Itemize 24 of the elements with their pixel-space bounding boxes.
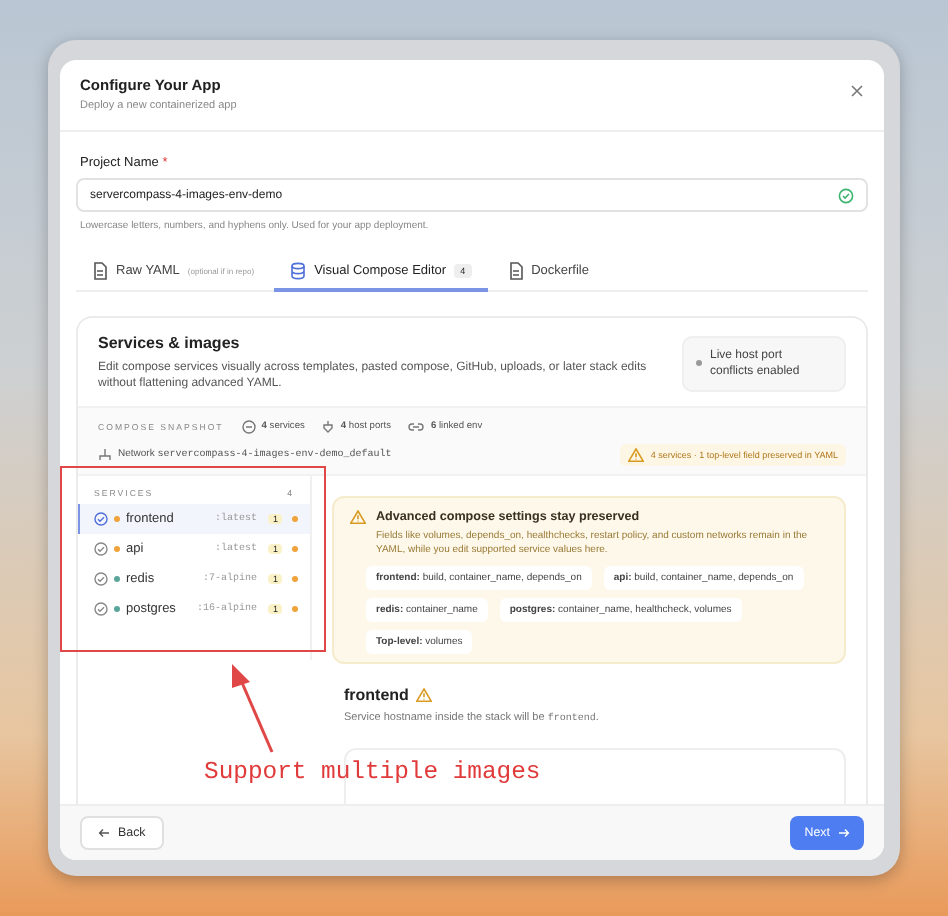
warning-icon [628, 447, 645, 462]
check-circle-icon [94, 511, 108, 526]
circle-icon [94, 601, 108, 616]
document-icon [92, 261, 108, 279]
annotation-arrow [232, 664, 274, 753]
database-icon [290, 261, 307, 279]
warning-icon [416, 687, 433, 702]
status-dot [292, 575, 298, 582]
network-icon [98, 447, 112, 462]
arrow-right-icon [838, 828, 850, 838]
circle-icon [94, 571, 108, 586]
document-icon [507, 261, 524, 279]
service-title: frontend [344, 685, 409, 704]
status-dot [292, 605, 298, 612]
plug-icon [322, 419, 335, 434]
close-icon[interactable] [850, 84, 864, 98]
circle-icon [94, 541, 108, 556]
annotation-text: Support multiple images [204, 758, 541, 786]
status-dot [292, 515, 298, 522]
link-icon [408, 421, 425, 432]
section-title: Services & images [98, 334, 242, 352]
arrow-left-icon [98, 828, 110, 838]
status-dot [292, 545, 298, 552]
warning-icon [350, 509, 366, 524]
